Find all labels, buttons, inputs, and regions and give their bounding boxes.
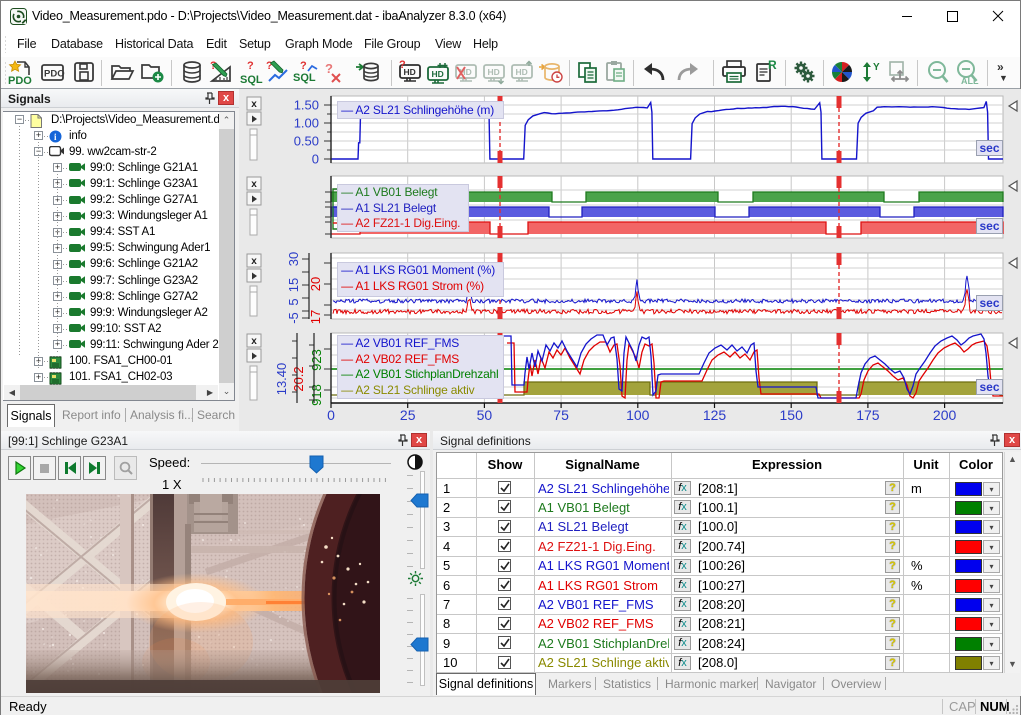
svg-text:13.40: 13.40 bbox=[274, 363, 289, 396]
svg-text:x: x bbox=[251, 99, 257, 110]
svg-text:Y: Y bbox=[873, 62, 880, 73]
svg-text:?: ? bbox=[300, 60, 307, 72]
svg-text:HD: HD bbox=[488, 67, 500, 77]
svg-text:75: 75 bbox=[553, 407, 569, 423]
svg-text:25: 25 bbox=[400, 407, 416, 423]
svg-text:923: 923 bbox=[309, 349, 324, 371]
svg-text:ALL: ALL bbox=[961, 76, 979, 86]
svg-text:0.50: 0.50 bbox=[294, 134, 319, 149]
svg-text:175: 175 bbox=[856, 407, 880, 423]
svg-text:SQL: SQL bbox=[240, 74, 263, 86]
svg-text:17: 17 bbox=[308, 310, 323, 324]
svg-text:PDO: PDO bbox=[8, 75, 32, 87]
svg-text:125: 125 bbox=[703, 407, 727, 423]
svg-text:?: ? bbox=[399, 59, 406, 71]
svg-text:150: 150 bbox=[780, 407, 804, 423]
svg-text:50: 50 bbox=[477, 407, 493, 423]
svg-text:x: x bbox=[251, 256, 257, 267]
svg-text:SQL: SQL bbox=[293, 72, 316, 84]
svg-text:200: 200 bbox=[933, 407, 957, 423]
svg-text:20.2: 20.2 bbox=[291, 366, 306, 391]
svg-text:-5: -5 bbox=[286, 312, 301, 324]
svg-text:PDO: PDO bbox=[44, 69, 65, 80]
svg-text:15: 15 bbox=[286, 278, 301, 292]
svg-text:x: x bbox=[251, 179, 257, 190]
svg-text:?: ? bbox=[247, 60, 254, 72]
svg-text:HD: HD bbox=[432, 69, 444, 79]
svg-text:100: 100 bbox=[626, 407, 650, 423]
svg-text:x: x bbox=[251, 336, 257, 347]
svg-text:R: R bbox=[768, 59, 777, 72]
svg-text:30: 30 bbox=[286, 252, 301, 266]
svg-text:20: 20 bbox=[308, 277, 323, 291]
svg-text:0: 0 bbox=[327, 407, 335, 423]
svg-text:0: 0 bbox=[312, 152, 319, 167]
svg-text:?: ? bbox=[325, 61, 333, 76]
svg-text:1.00: 1.00 bbox=[294, 116, 319, 131]
svg-text:5: 5 bbox=[286, 298, 301, 305]
svg-text:1.50: 1.50 bbox=[294, 98, 319, 113]
svg-text:HD: HD bbox=[516, 67, 528, 77]
